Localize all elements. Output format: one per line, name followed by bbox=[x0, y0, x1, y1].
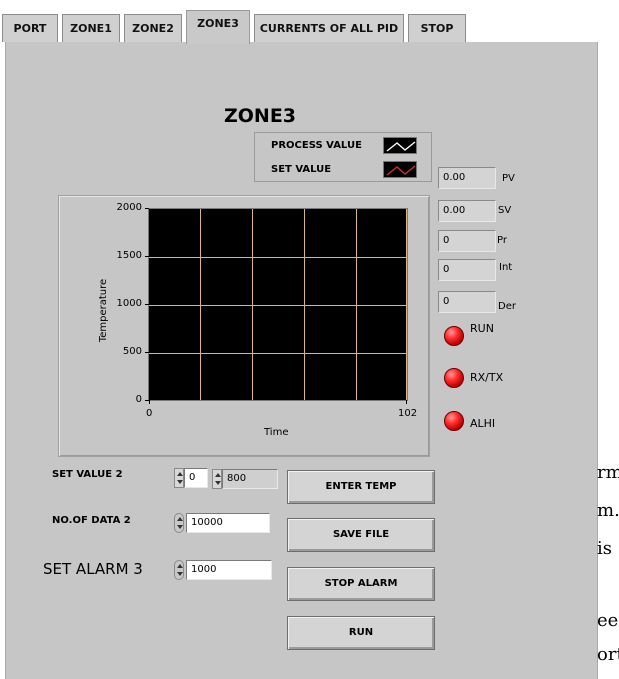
y-tick-label: 2000 bbox=[116, 202, 142, 213]
grid-line bbox=[149, 305, 407, 306]
rxtx-led-icon bbox=[444, 368, 464, 388]
background-text: is bbox=[597, 538, 612, 559]
grid-line bbox=[149, 257, 407, 258]
set-alarm-3-field[interactable]: 1000 bbox=[186, 560, 272, 580]
y-tick-label: 1500 bbox=[116, 250, 142, 261]
background-text: ort bbox=[597, 644, 619, 665]
sv-indicator: 0.00 bbox=[438, 200, 496, 222]
x-tick-label: 0 bbox=[146, 408, 153, 419]
der-label: Der bbox=[498, 301, 516, 312]
int-label: Int bbox=[499, 262, 513, 273]
sv-label: SV bbox=[498, 205, 512, 216]
save-file-button[interactable]: SAVE FILE bbox=[287, 518, 435, 552]
set-value-2-label: SET VALUE 2 bbox=[52, 469, 123, 480]
pr-indicator: 0 bbox=[438, 230, 496, 252]
pr-label: Pr bbox=[497, 235, 507, 246]
set-value-line-icon bbox=[383, 161, 417, 178]
tab-zone3[interactable]: ZONE3 bbox=[186, 10, 250, 44]
run-led-icon bbox=[444, 326, 464, 346]
x-axis-label: Time bbox=[264, 427, 289, 438]
legend-item-set-value: SET VALUE bbox=[255, 158, 431, 182]
pv-indicator: 0.00 bbox=[438, 167, 496, 189]
background-text: m. bbox=[597, 500, 619, 521]
page-title: ZONE3 bbox=[224, 105, 297, 127]
tab-zone2[interactable]: ZONE2 bbox=[124, 14, 182, 42]
enter-temp-button[interactable]: ENTER TEMP bbox=[287, 470, 435, 504]
alhi-led-label: ALHI bbox=[470, 417, 496, 430]
der-indicator: 0 bbox=[438, 291, 496, 313]
tab-currents-of-all-pid[interactable]: CURRENTS OF ALL PID bbox=[254, 14, 404, 42]
run-led-label: RUN bbox=[470, 322, 494, 335]
run-button[interactable]: RUN bbox=[287, 616, 435, 650]
y-axis-label: Temperature bbox=[98, 278, 110, 343]
no-of-data-2-spinner[interactable] bbox=[174, 513, 184, 533]
y-tick-mark bbox=[145, 304, 149, 305]
rxtx-led-label: RX/TX bbox=[470, 371, 504, 384]
legend-label: SET VALUE bbox=[271, 164, 332, 175]
y-tick-mark bbox=[145, 256, 149, 257]
x-tick-label: 102 bbox=[398, 408, 418, 419]
set-value-2a-field[interactable]: 0 bbox=[184, 468, 208, 488]
set-value-2b-field[interactable]: 800 bbox=[222, 469, 278, 489]
process-value-line-icon bbox=[383, 137, 417, 154]
int-indicator: 0 bbox=[438, 259, 496, 281]
tab-zone1[interactable]: ZONE1 bbox=[62, 14, 120, 42]
x-tick-mark bbox=[406, 400, 407, 404]
tab-stop[interactable]: STOP bbox=[408, 14, 466, 42]
set-alarm-3-label: SET ALARM 3 bbox=[43, 560, 143, 578]
grid-line bbox=[149, 353, 407, 354]
y-tick-mark bbox=[145, 352, 149, 353]
no-of-data-2-label: NO.OF DATA 2 bbox=[52, 515, 131, 526]
legend-item-process-value: PROCESS VALUE bbox=[255, 134, 431, 158]
pv-label: PV bbox=[502, 173, 515, 184]
background-text: ee bbox=[597, 610, 619, 631]
set-value-2a-spinner[interactable] bbox=[174, 468, 184, 488]
alhi-led-icon bbox=[444, 411, 464, 431]
background-text: rm bbox=[597, 462, 619, 483]
tab-bar: PORT ZONE1 ZONE2 ZONE3 CURRENTS OF ALL P… bbox=[0, 10, 600, 44]
y-tick-label: 500 bbox=[122, 346, 142, 357]
set-value-2b-spinner[interactable] bbox=[212, 469, 222, 489]
plot-area bbox=[148, 208, 408, 401]
y-tick-label: 0 bbox=[135, 394, 142, 405]
no-of-data-2-field[interactable]: 10000 bbox=[186, 513, 270, 533]
legend-label: PROCESS VALUE bbox=[271, 140, 362, 151]
y-tick-mark bbox=[145, 208, 149, 209]
plot-legend: PROCESS VALUE SET VALUE bbox=[254, 132, 432, 182]
x-tick-mark bbox=[149, 400, 150, 404]
stop-alarm-button[interactable]: STOP ALARM bbox=[287, 567, 435, 601]
tab-port[interactable]: PORT bbox=[2, 14, 58, 42]
set-alarm-3-spinner[interactable] bbox=[174, 560, 184, 580]
